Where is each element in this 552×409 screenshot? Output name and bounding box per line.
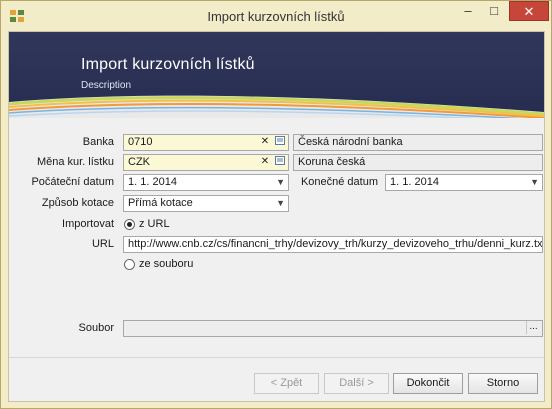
zpusob-select[interactable]: Přímá kotace ▼ <box>123 195 289 212</box>
radio-file[interactable] <box>124 259 135 270</box>
pocatecni-label: Počáteční datum <box>31 176 114 188</box>
mena-name-field: Koruna česká <box>293 154 543 171</box>
dialog-client-area: Import kurzovních lístků Description Ban… <box>8 31 545 402</box>
zpusob-label: Způsob kotace <box>41 197 114 209</box>
banka-lookup-icon[interactable] <box>273 136 287 149</box>
cancel-button[interactable]: Storno <box>468 373 538 394</box>
next-button[interactable]: Další > <box>324 373 389 394</box>
konecne-date-picker[interactable]: 1. 1. 2014 ▼ <box>385 174 543 191</box>
header-description: Description <box>81 80 132 91</box>
pocatecni-date-picker[interactable]: 1. 1. 2014 ▼ <box>123 174 289 191</box>
banka-clear-icon[interactable]: ✕ <box>258 136 272 149</box>
konecne-value: 1. 1. 2014 <box>390 176 439 188</box>
mena-value: CZK <box>128 156 150 168</box>
mena-label: Měna kur. lístku <box>36 156 114 168</box>
banka-value: 0710 <box>128 136 153 148</box>
mena-clear-icon[interactable]: ✕ <box>258 156 272 169</box>
maximize-button[interactable]: □ <box>481 1 507 21</box>
soubor-field: ... <box>123 320 543 337</box>
mena-lookup-icon[interactable] <box>273 156 287 169</box>
banka-name-field: Česká národní banka <box>293 134 543 151</box>
pocatecni-value: 1. 1. 2014 <box>128 176 177 188</box>
chevron-down-icon[interactable]: ▼ <box>276 175 285 190</box>
mena-field[interactable]: CZK ✕ <box>123 154 289 171</box>
banka-label: Banka <box>82 136 114 148</box>
browse-button[interactable]: ... <box>526 321 540 334</box>
wizard-header: Import kurzovních lístků Description <box>9 32 544 118</box>
url-label: URL <box>91 238 114 250</box>
footer-separator <box>9 357 544 358</box>
radio-file-label[interactable]: ze souboru <box>139 258 193 270</box>
header-swoosh-graphic <box>9 95 544 118</box>
dialog-window: Import kurzovních lístků – □ ✕ Import ku… <box>0 0 552 409</box>
close-button[interactable]: ✕ <box>509 1 549 21</box>
chevron-down-icon[interactable]: ▼ <box>276 196 285 211</box>
title-bar[interactable]: Import kurzovních lístků – □ ✕ <box>1 1 551 31</box>
radio-url-label[interactable]: z URL <box>139 218 170 230</box>
importovat-label: Importovat <box>62 218 114 230</box>
zpusob-value: Přímá kotace <box>128 197 193 209</box>
soubor-label: Soubor <box>78 322 114 334</box>
banka-field[interactable]: 0710 ✕ <box>123 134 289 151</box>
finish-button[interactable]: Dokončit <box>393 373 463 394</box>
header-title: Import kurzovních lístků <box>81 56 255 73</box>
chevron-down-icon[interactable]: ▼ <box>530 175 539 190</box>
minimize-button[interactable]: – <box>455 1 481 21</box>
back-button[interactable]: < Zpět <box>254 373 319 394</box>
konecne-label: Konečné datum <box>300 176 378 188</box>
radio-url[interactable] <box>124 219 135 230</box>
url-input[interactable]: http://www.cnb.cz/cs/financni_trhy/deviz… <box>123 236 543 253</box>
